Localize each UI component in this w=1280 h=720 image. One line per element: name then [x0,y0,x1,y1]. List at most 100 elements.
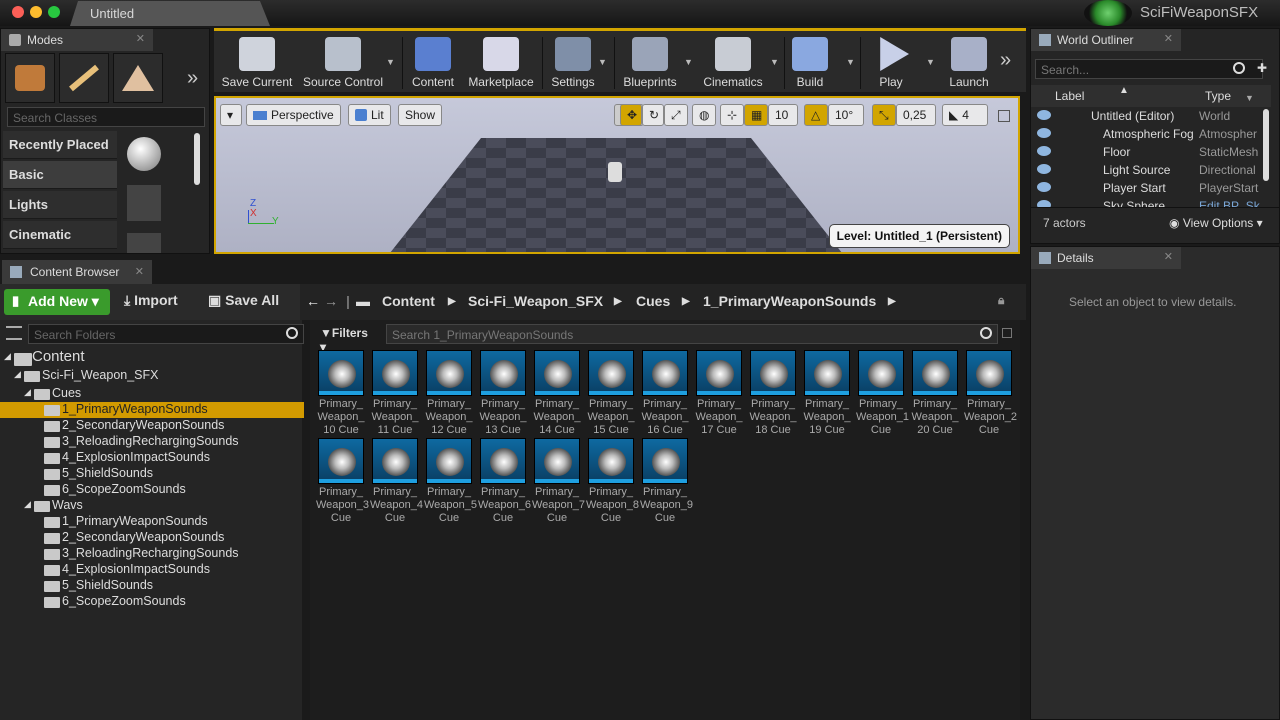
search-folders-input[interactable]: Search Folders [28,324,304,344]
sound-cue-asset[interactable]: Primary_ Weapon_9 Cue [640,438,693,525]
search-assets-input[interactable]: Search 1_PrimaryWeaponSounds [386,324,998,344]
minimize-window-button[interactable] [30,6,42,18]
sound-cue-asset[interactable]: Primary_ Weapon_7 Cue [532,438,585,525]
surface-snap-toggle[interactable]: ⊹ [720,104,744,126]
sound-cue-asset[interactable]: Primary_ Weapon_6 Cue [478,438,531,525]
blueprints-button[interactable]: Blueprints [618,35,682,93]
crumb-content[interactable]: Content [382,293,435,309]
chevron-right-icon[interactable]: ▶ [888,296,896,307]
sphere-actor-icon[interactable] [127,137,161,171]
camera-speed-button[interactable]: ◣ 4 [942,104,988,126]
folder-tree-item[interactable]: 4_ExplosionImpactSounds [0,562,304,578]
eye-icon[interactable] [1037,128,1051,138]
lock-icon[interactable]: 🔒︎ [998,293,1004,308]
chevron-right-icon[interactable]: ▶ [682,296,690,307]
eye-icon[interactable] [1037,200,1051,207]
forward-button[interactable]: → [324,293,338,309]
rotate-tool[interactable]: ↻ [642,104,664,126]
import-button[interactable]: ⤓ Import [124,292,178,309]
eye-icon[interactable] [1037,182,1051,192]
expand-arrow-icon[interactable]: ◢ [24,387,31,398]
scale-snap-toggle[interactable]: ⤡ [872,104,896,126]
content-button[interactable]: Content [406,35,460,93]
outliner-row[interactable]: Player Start PlayerStart [1031,179,1271,197]
folder-tree-item[interactable]: 3_ReloadingRechargingSounds [0,546,304,562]
folder-tree-item[interactable]: ◢ Cues [0,386,304,402]
sound-cue-asset[interactable]: Primary_ Weapon_ 17 Cue [694,350,744,437]
folder-tree-item[interactable]: 2_SecondaryWeaponSounds [0,418,304,434]
sound-cue-asset[interactable]: Primary_ Weapon_2 Cue [964,350,1017,437]
back-button[interactable]: ← [306,293,320,309]
chevron-down-icon[interactable]: ▼ [386,57,395,67]
level-tab[interactable]: Untitled [70,1,270,26]
sources-toggle-icon[interactable] [6,326,22,340]
expand-arrow-icon[interactable]: ◢ [4,351,11,362]
crumb-primary-weapon-sounds[interactable]: 1_PrimaryWeaponSounds [703,293,876,309]
category-recently-placed[interactable]: Recently Placed [3,131,117,159]
sound-cue-asset[interactable]: Primary_ Weapon_1 Cue [856,350,909,437]
view-options-button[interactable]: ◉ View Options ▾ [1169,216,1263,230]
eye-icon[interactable] [1037,146,1051,156]
chevron-down-icon[interactable]: ▼ [926,57,935,67]
perspective-button[interactable]: Perspective [246,104,341,126]
maximize-viewport-icon[interactable] [998,110,1010,122]
scrollbar[interactable] [194,133,200,185]
source-control-button[interactable]: Source Control [300,35,386,93]
folder-tree-item[interactable]: ◢ Content [0,348,304,366]
chevron-right-icon[interactable]: ▶ [614,296,622,307]
sound-cue-asset[interactable]: Primary_ Weapon_3 Cue [316,438,369,525]
sound-cue-asset[interactable]: Primary_ Weapon_8 Cue [586,438,639,525]
marketplace-button[interactable]: Marketplace [464,35,538,93]
rotation-snap-toggle[interactable]: △ [804,104,828,126]
outliner-row[interactable]: Atmospheric Fog Atmospher [1031,125,1271,143]
folder-tree-item[interactable]: 2_SecondaryWeaponSounds [0,530,304,546]
actor-icon[interactable] [127,233,161,253]
crumb-scifi-weapon-sfx[interactable]: Sci-Fi_Weapon_SFX [468,293,603,309]
sound-cue-asset[interactable]: Primary_ Weapon_ 11 Cue [370,350,420,437]
scrollbar[interactable] [1263,109,1269,181]
sound-cue-asset[interactable]: Primary_ Weapon_ 10 Cue [316,350,366,437]
chevron-down-icon[interactable]: ▼ [684,57,693,67]
crumb-cues[interactable]: Cues [636,293,670,309]
close-icon[interactable]: ✕ [135,265,144,278]
sound-cue-asset[interactable]: Primary_ Weapon_4 Cue [370,438,423,525]
more-modes-icon[interactable]: » [187,67,198,90]
save-search-icon[interactable] [1002,328,1012,338]
maximize-window-button[interactable] [48,6,60,18]
outliner-row[interactable]: Light Source Directional [1031,161,1271,179]
expand-arrow-icon[interactable]: ◢ [14,369,21,380]
outliner-row[interactable]: Floor StaticMesh [1031,143,1271,161]
outliner-search-input[interactable]: Search... [1035,59,1263,79]
add-new-button[interactable]: ▮ Add New ▾ [4,289,110,315]
character-actor-icon[interactable] [127,185,161,221]
chevron-right-icon[interactable]: ▶ [448,296,456,307]
eye-icon[interactable] [1037,164,1051,174]
settings-button[interactable]: Settings [548,35,598,93]
close-icon[interactable]: ✕ [1164,250,1173,263]
cinematics-button[interactable]: Cinematics [698,35,768,93]
lit-button[interactable]: Lit [348,104,391,126]
outliner-row[interactable]: Sky Sphere Edit BP_Sk [1031,197,1271,207]
close-icon[interactable]: ✕ [1164,32,1173,45]
show-button[interactable]: Show [398,104,443,126]
label-column-header[interactable]: Label [1055,89,1084,103]
save-current-button[interactable]: Save Current [218,35,296,93]
folder-tree-item[interactable]: 1_PrimaryWeaponSounds [0,514,304,530]
scale-tool[interactable]: ⤢ [664,104,688,126]
sound-cue-asset[interactable]: Primary_ Weapon_ 18 Cue [748,350,798,437]
grid-snap-toggle[interactable]: ▦ [744,104,768,126]
more-toolbar-icon[interactable]: » [1000,49,1011,72]
floor-mesh[interactable] [386,138,846,254]
category-cinematic[interactable]: Cinematic [3,221,117,249]
chevron-down-icon[interactable]: ▼ [846,57,855,67]
sound-cue-asset[interactable]: Primary_ Weapon_ 12 Cue [424,350,474,437]
category-basic[interactable]: Basic [3,161,117,189]
grid-snap-value[interactable]: 10 [768,104,798,126]
viewport-options-button[interactable]: ▾ [220,104,242,126]
sound-cue-asset[interactable]: Primary_ Weapon_ 19 Cue [802,350,852,437]
actor-type[interactable]: Edit BP_Sk [1199,199,1260,207]
content-browser-tab[interactable]: Content Browser ✕ [2,260,152,284]
category-lights[interactable]: Lights [3,191,117,219]
folder-tree-item[interactable]: 5_ShieldSounds [0,466,304,482]
outliner-row[interactable]: Untitled (Editor) World [1031,107,1271,125]
